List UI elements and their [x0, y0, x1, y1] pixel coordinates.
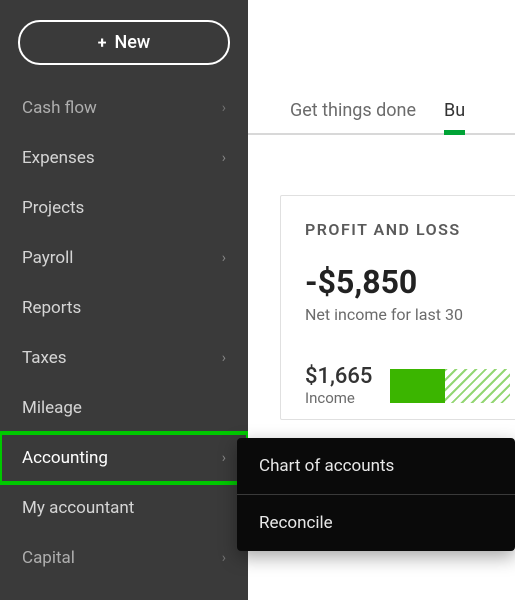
income-label: Income [305, 389, 372, 407]
sidebar: + New Cash flow › Expenses › Projects Pa… [0, 0, 248, 600]
tab-business-overview[interactable]: Bu [444, 100, 465, 121]
chevron-right-icon: › [222, 450, 226, 466]
plus-icon: + [98, 33, 107, 52]
submenu-reconcile[interactable]: Reconcile [237, 494, 515, 551]
net-income-subtext: Net income for last 30 [305, 305, 515, 324]
income-bar [390, 369, 510, 403]
sidebar-item-label: Accounting [22, 448, 108, 468]
sidebar-item-cash-flow[interactable]: Cash flow › [0, 83, 248, 133]
card-title: PROFIT AND LOSS [305, 220, 515, 239]
sidebar-item-capital[interactable]: Capital › [0, 533, 248, 583]
sidebar-item-taxes[interactable]: Taxes › [0, 333, 248, 383]
income-row: $1,665 Income [305, 364, 515, 407]
tab-get-things-done[interactable]: Get things done [290, 100, 416, 121]
sidebar-item-projects[interactable]: Projects [0, 183, 248, 233]
sidebar-item-my-accountant[interactable]: My accountant [0, 483, 248, 533]
chevron-right-icon: › [222, 150, 226, 166]
new-button[interactable]: + New [18, 20, 230, 65]
sidebar-item-payroll[interactable]: Payroll › [0, 233, 248, 283]
sidebar-item-expenses[interactable]: Expenses › [0, 133, 248, 183]
sidebar-item-label: Capital [22, 548, 75, 568]
sidebar-item-label: Mileage [22, 398, 82, 418]
net-income-amount: -$5,850 [305, 263, 515, 301]
profit-loss-card: PROFIT AND LOSS -$5,850 Net income for l… [280, 195, 515, 420]
chevron-right-icon: › [222, 250, 226, 266]
sidebar-item-label: Payroll [22, 248, 73, 268]
sidebar-item-label: Cash flow [22, 98, 97, 118]
chevron-right-icon: › [222, 350, 226, 366]
sidebar-item-mileage[interactable]: Mileage [0, 383, 248, 433]
sidebar-item-accounting[interactable]: Accounting › [0, 433, 248, 483]
accounting-submenu: Chart of accounts Reconcile [237, 438, 515, 551]
income-bar-solid [390, 369, 445, 403]
to-review-link[interactable]: 4 TO REVIEW [305, 342, 515, 358]
sidebar-item-label: Expenses [22, 148, 95, 168]
income-amount: $1,665 [305, 364, 372, 389]
submenu-chart-of-accounts[interactable]: Chart of accounts [237, 438, 515, 494]
sidebar-item-label: Taxes [22, 348, 67, 368]
sidebar-item-label: My accountant [22, 498, 134, 518]
sidebar-item-label: Reports [22, 298, 81, 318]
new-button-label: New [114, 32, 150, 53]
sidebar-item-reports[interactable]: Reports [0, 283, 248, 333]
sidebar-item-label: Projects [22, 198, 84, 218]
chevron-right-icon: › [222, 550, 226, 566]
chevron-right-icon: › [222, 100, 226, 116]
tabs: Get things done Bu [248, 100, 515, 135]
income-bar-hatched [445, 369, 510, 403]
